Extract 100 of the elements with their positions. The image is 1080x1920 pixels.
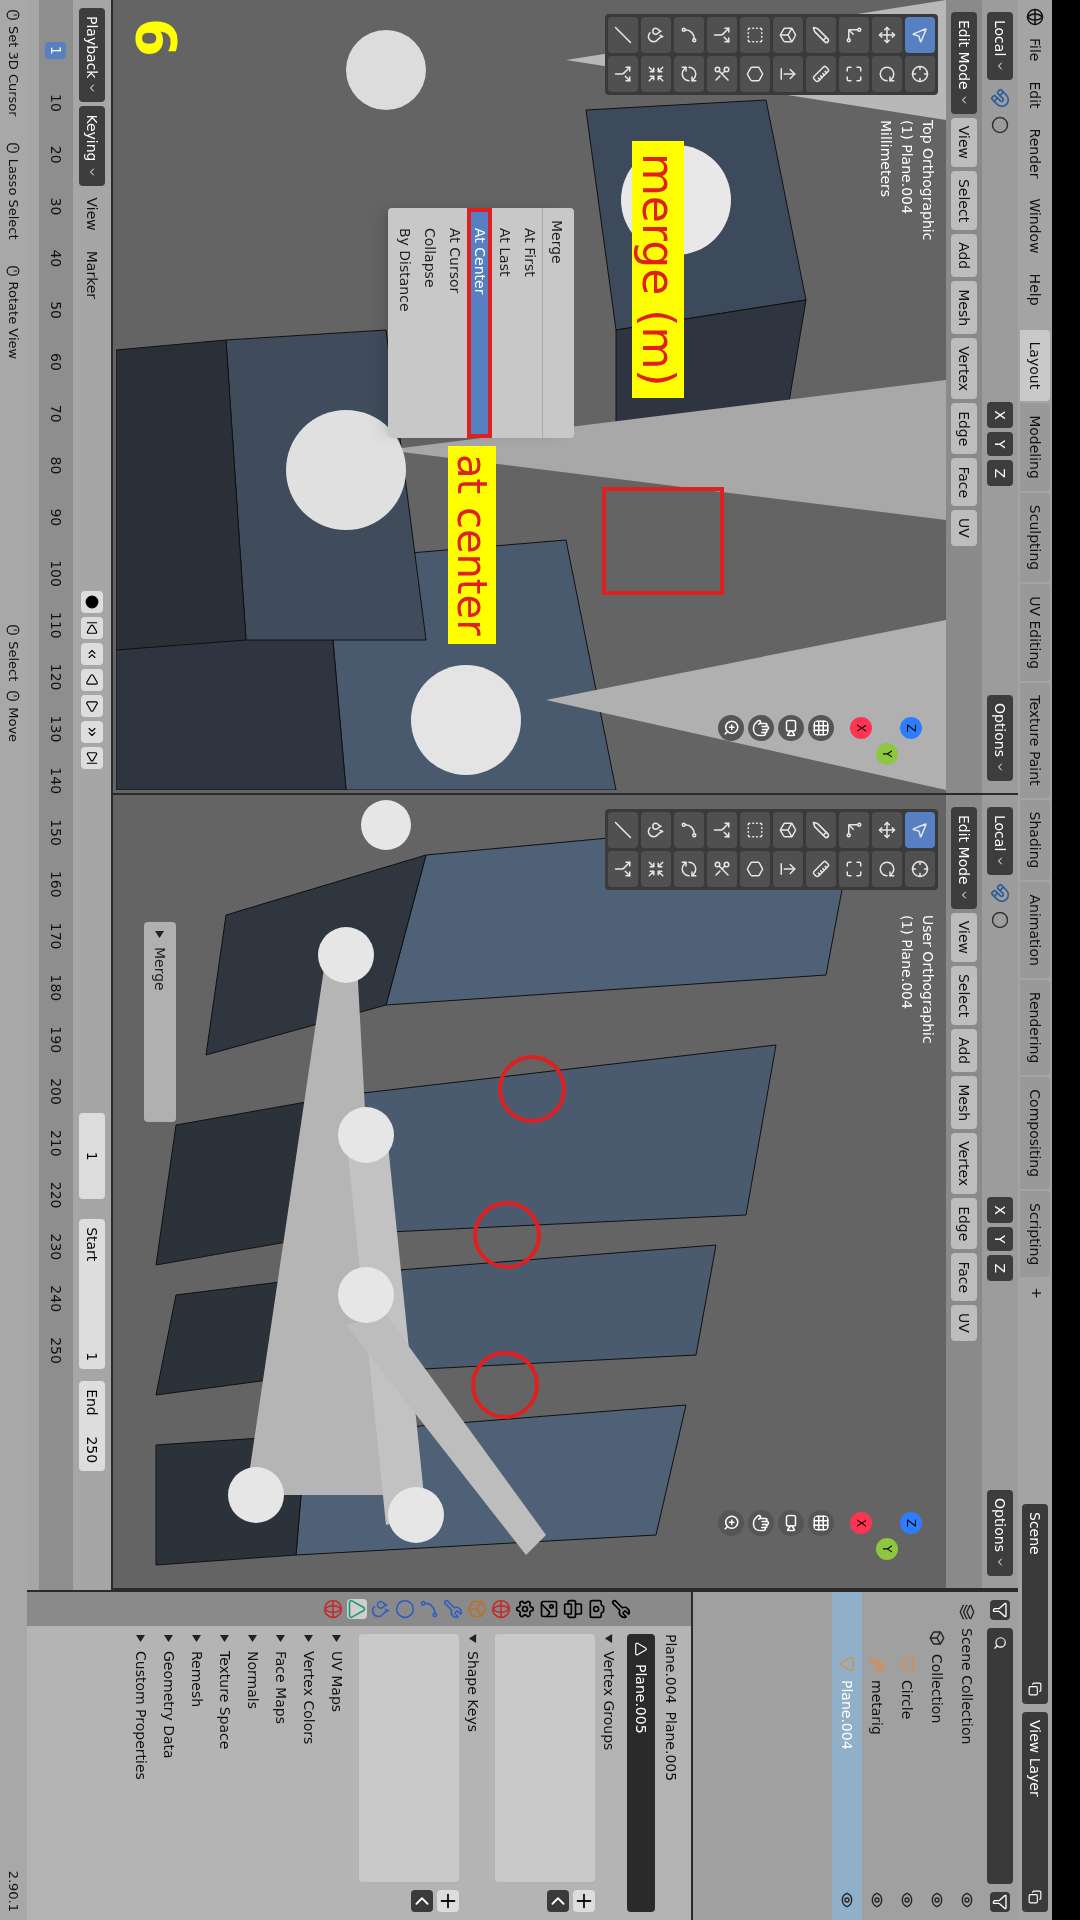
header-menu[interactable]: Add bbox=[951, 1029, 977, 1073]
header-menu[interactable]: Edge bbox=[951, 1198, 977, 1250]
tool-button[interactable] bbox=[806, 17, 836, 53]
zoom-icon[interactable] bbox=[718, 1510, 744, 1536]
tool-button[interactable] bbox=[674, 851, 704, 887]
tool-button[interactable] bbox=[608, 56, 638, 92]
workspace-tab[interactable]: Rendering bbox=[1020, 979, 1050, 1076]
workspace-tab[interactable]: Shading bbox=[1020, 799, 1050, 881]
menu-item[interactable]: At Center bbox=[467, 208, 492, 438]
tool-button[interactable] bbox=[707, 56, 737, 92]
play-reverse-icon[interactable] bbox=[81, 669, 103, 692]
panel-header[interactable]: Vertex Colors bbox=[295, 1634, 323, 1912]
transform-orientation-dropdown[interactable]: Local bbox=[987, 12, 1013, 81]
outliner-row[interactable]: Collection bbox=[922, 1592, 952, 1920]
search-field[interactable] bbox=[987, 1628, 1013, 1884]
current-frame-field[interactable]: 1 bbox=[79, 1113, 105, 1200]
tool-button[interactable] bbox=[806, 851, 836, 887]
start-frame-field[interactable]: Start 1 bbox=[79, 1219, 105, 1370]
tool-button[interactable] bbox=[905, 851, 935, 887]
panel-header[interactable]: Normals bbox=[239, 1634, 267, 1912]
jump-end-icon[interactable] bbox=[81, 747, 103, 770]
menu-item[interactable]: At Last bbox=[492, 208, 517, 438]
header-menu[interactable]: Edge bbox=[951, 403, 977, 455]
transform-orientation-dropdown[interactable]: Local bbox=[987, 807, 1013, 876]
image-icon[interactable] bbox=[539, 1599, 559, 1619]
header-menu[interactable]: Mesh bbox=[951, 1076, 977, 1130]
hand-icon[interactable] bbox=[748, 1510, 774, 1536]
header-menu[interactable]: Select bbox=[951, 170, 977, 231]
viewport[interactable]: Local X Y Z Options Edit Mode View Select Add Mesh Vertex Edge Face UV User Orthographic (1) Plane.004 Y Z X Merge bbox=[113, 795, 1018, 1590]
eye-icon[interactable] bbox=[959, 1892, 975, 1908]
tool-button[interactable] bbox=[641, 851, 671, 887]
header-menu[interactable]: View bbox=[951, 117, 977, 167]
jump-start-icon[interactable] bbox=[81, 617, 103, 640]
outliner-row[interactable]: Scene Collection bbox=[952, 1592, 982, 1920]
chevron-icon[interactable] bbox=[411, 1890, 433, 1912]
timeline-menu[interactable]: View bbox=[79, 189, 105, 239]
tool-button[interactable] bbox=[839, 851, 869, 887]
add-icon[interactable] bbox=[437, 1890, 459, 1912]
tool-button[interactable] bbox=[872, 56, 902, 92]
outliner-row[interactable]: metarig bbox=[862, 1592, 892, 1920]
panel-header[interactable]: Face Maps bbox=[267, 1634, 295, 1912]
tool-button[interactable] bbox=[839, 56, 869, 92]
header-menu[interactable]: Face bbox=[951, 1253, 977, 1302]
mode-dropdown[interactable]: Edit Mode bbox=[951, 807, 977, 909]
tool-button[interactable] bbox=[872, 17, 902, 53]
tool-button[interactable] bbox=[872, 851, 902, 887]
axis-toggle[interactable]: X bbox=[987, 402, 1013, 428]
scene-field[interactable]: Scene bbox=[1022, 1504, 1048, 1704]
operator-panel[interactable]: Merge bbox=[144, 922, 176, 1122]
tool-icon[interactable] bbox=[611, 1599, 631, 1619]
menu-item[interactable]: Render bbox=[1022, 120, 1048, 187]
workspace-tab[interactable]: Compositing bbox=[1020, 1077, 1050, 1190]
axis-toggle[interactable]: Y bbox=[987, 431, 1013, 457]
tool-button[interactable] bbox=[839, 812, 869, 848]
options-dropdown[interactable]: Options bbox=[987, 694, 1013, 781]
tool-button[interactable] bbox=[806, 56, 836, 92]
end-frame-field[interactable]: End 250 bbox=[79, 1381, 105, 1472]
menu-item[interactable]: File bbox=[1022, 30, 1048, 70]
header-menu[interactable]: UV bbox=[951, 510, 977, 546]
panel-header[interactable]: Custom Properties bbox=[127, 1634, 155, 1912]
axis-toggle[interactable]: Z bbox=[987, 1255, 1013, 1282]
tool-button[interactable] bbox=[641, 812, 671, 848]
next-keyframe-icon[interactable] bbox=[81, 721, 103, 744]
workspace-tab[interactable]: Layout bbox=[1020, 329, 1050, 402]
gear-icon[interactable] bbox=[515, 1599, 535, 1619]
tool-button[interactable] bbox=[773, 56, 803, 92]
menu-item[interactable]: At Cursor bbox=[442, 208, 467, 438]
header-menu[interactable]: Select bbox=[951, 965, 977, 1026]
add-icon[interactable] bbox=[573, 1890, 595, 1912]
timeline-menu[interactable]: Marker bbox=[79, 242, 105, 308]
menu-item[interactable]: Edit bbox=[1022, 73, 1048, 117]
tool-button[interactable] bbox=[740, 17, 770, 53]
tool-button[interactable] bbox=[773, 851, 803, 887]
tool-button[interactable] bbox=[608, 17, 638, 53]
outliner-row[interactable]: Circle bbox=[892, 1592, 922, 1920]
header-menu[interactable]: Vertex bbox=[951, 1133, 977, 1195]
mesh-name-field[interactable]: Plane.005 bbox=[627, 1634, 655, 1912]
menu-item[interactable]: Collapse bbox=[417, 208, 442, 438]
proportional-edit-icon[interactable] bbox=[991, 116, 1009, 135]
workspace-tab[interactable]: Sculpting bbox=[1020, 492, 1050, 583]
tool-button[interactable] bbox=[674, 17, 704, 53]
tool-button[interactable] bbox=[839, 17, 869, 53]
workspace-tab[interactable]: Texture Paint bbox=[1020, 683, 1050, 798]
menu-item[interactable]: Help bbox=[1022, 265, 1048, 314]
header-menu[interactable]: UV bbox=[951, 1305, 977, 1341]
tool-button[interactable] bbox=[905, 812, 935, 848]
tool-button[interactable] bbox=[740, 812, 770, 848]
tool-button[interactable] bbox=[707, 851, 737, 887]
tool-button[interactable] bbox=[674, 812, 704, 848]
axis-toggle[interactable]: Y bbox=[987, 1226, 1013, 1252]
header-menu[interactable]: View bbox=[951, 912, 977, 962]
panel-header[interactable]: Shape Keys bbox=[459, 1634, 487, 1912]
tool-button[interactable] bbox=[674, 56, 704, 92]
tool-button[interactable] bbox=[608, 851, 638, 887]
tool-button[interactable] bbox=[773, 17, 803, 53]
tool-button[interactable] bbox=[641, 56, 671, 92]
record-icon[interactable] bbox=[81, 591, 103, 614]
header-menu[interactable]: Add bbox=[951, 234, 977, 278]
camera-icon[interactable] bbox=[778, 1510, 804, 1536]
tool-button[interactable] bbox=[806, 812, 836, 848]
